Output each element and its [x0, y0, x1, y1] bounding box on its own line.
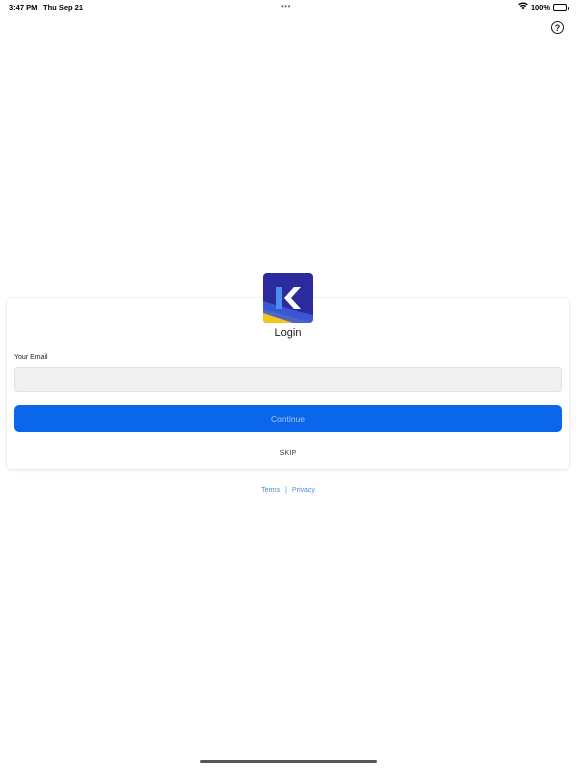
question-circle-icon: ? [554, 22, 561, 33]
footer-links: Terms | Privacy [0, 487, 576, 494]
email-field[interactable] [14, 367, 562, 392]
login-screen: 3:47 PM Thu Sep 21 ••• 100% ? Login Your… [0, 0, 576, 768]
help-button[interactable]: ? [551, 21, 564, 34]
multitasking-dots[interactable]: ••• [281, 2, 291, 11]
privacy-link[interactable]: Privacy [292, 487, 315, 494]
email-label: Your Email [14, 354, 48, 361]
home-indicator[interactable] [200, 760, 377, 763]
app-logo [263, 273, 313, 323]
link-separator: | [285, 487, 287, 494]
wifi-icon [518, 2, 528, 12]
continue-button[interactable]: Continue [14, 405, 562, 432]
status-time: 3:47 PM [9, 3, 38, 12]
battery-icon [553, 3, 569, 11]
skip-button[interactable]: SKIP [0, 450, 576, 457]
status-right: 100% [518, 2, 569, 12]
login-title: Login [274, 327, 302, 339]
status-bar: 3:47 PM Thu Sep 21 ••• 100% [0, 0, 576, 14]
battery-percent: 100% [530, 2, 550, 12]
status-date: Thu Sep 21 [43, 3, 84, 12]
terms-link[interactable]: Terms [261, 487, 280, 494]
